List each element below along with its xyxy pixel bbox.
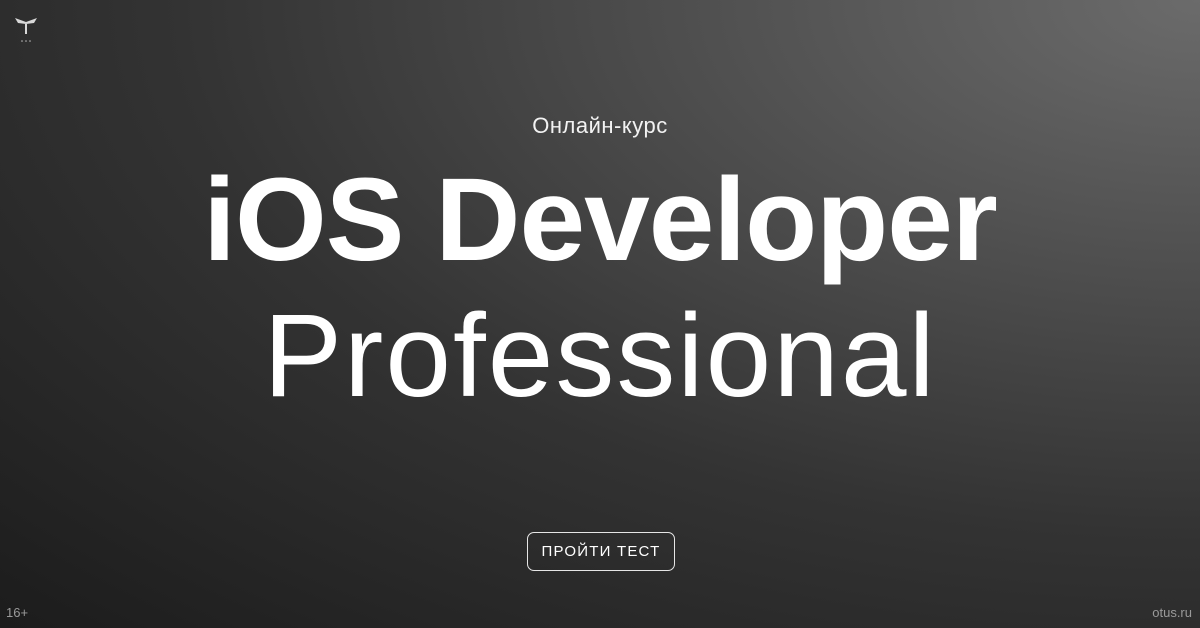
course-level-title: Professional xyxy=(0,290,1200,421)
owl-logo-icon xyxy=(15,18,37,42)
age-rating: 16+ xyxy=(6,605,29,620)
site-link[interactable]: otus.ru xyxy=(1152,605,1192,620)
otus-logo-icon xyxy=(12,14,40,46)
course-level-text: Professional xyxy=(263,290,937,422)
course-type-label: Онлайн-курс xyxy=(532,113,668,138)
course-title: iOS Developer xyxy=(203,154,998,286)
take-test-button[interactable]: ПРОЙТИ ТЕСТ xyxy=(527,532,675,571)
